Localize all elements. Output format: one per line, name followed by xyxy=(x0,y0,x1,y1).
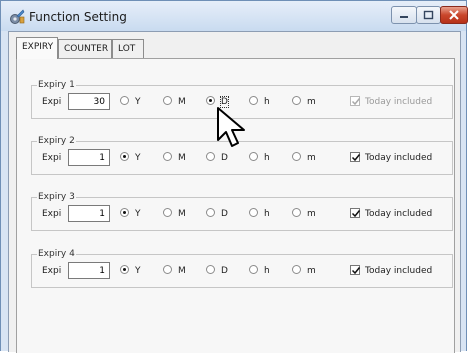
radio-dot xyxy=(292,208,301,217)
field-label: Expi xyxy=(42,153,62,163)
checkbox-box xyxy=(350,96,361,106)
check-icon xyxy=(351,98,361,106)
radio-label: h xyxy=(264,97,270,107)
group-label: Expiry 1 xyxy=(37,80,76,90)
radio-dot xyxy=(206,96,215,105)
radio-label: m xyxy=(307,153,316,163)
radio-label: Y xyxy=(135,266,141,276)
radio-dot xyxy=(292,265,301,274)
radio-label: M xyxy=(178,97,186,107)
group-label: Expiry 2 xyxy=(37,136,76,146)
check-icon xyxy=(351,210,361,218)
checkbox-box xyxy=(350,152,361,162)
title-bar[interactable]: Function Setting xyxy=(1,1,468,31)
maximize-button[interactable] xyxy=(416,6,441,24)
close-button[interactable] xyxy=(440,6,468,24)
radio-label: M xyxy=(178,209,186,219)
minimize-icon xyxy=(400,16,408,18)
expiry-value-input[interactable]: 1 xyxy=(68,262,110,279)
field-label: Expi xyxy=(42,209,62,219)
minimize-button[interactable] xyxy=(391,6,417,24)
settings-app-icon xyxy=(10,9,25,24)
function-setting-window: Function Setting EXPIRY COUNTER LOT Expi… xyxy=(0,0,468,353)
radio-label: Y xyxy=(135,153,141,163)
radio-dot xyxy=(206,152,215,161)
tab-counter[interactable]: COUNTER xyxy=(58,39,112,58)
tab-expiry[interactable]: EXPIRY xyxy=(16,37,58,59)
field-label: Expi xyxy=(42,97,62,107)
check-icon xyxy=(351,267,361,275)
radio-dot xyxy=(249,96,258,105)
radio-dot xyxy=(163,96,172,105)
expiry-group-4: Expiry 4 Expi 1 Y M D h m Today included xyxy=(31,249,453,288)
radio-label: D xyxy=(221,209,228,219)
field-label: Expi xyxy=(42,266,62,276)
radio-label: D xyxy=(221,266,228,276)
radio-dot xyxy=(120,208,129,217)
radio-label: M xyxy=(178,266,186,276)
check-icon xyxy=(351,154,361,162)
radio-label: Y xyxy=(135,209,141,219)
mouse-pointer-icon xyxy=(217,107,245,147)
checkbox-label: Today included xyxy=(365,153,433,163)
radio-dot xyxy=(292,152,301,161)
maximize-icon xyxy=(423,10,434,20)
close-icon xyxy=(449,10,459,20)
radio-dot xyxy=(163,265,172,274)
radio-dot xyxy=(206,208,215,217)
checkbox-label: Today included xyxy=(365,97,433,107)
group-label: Expiry 4 xyxy=(37,249,76,259)
expiry-panel: Expiry 1 Expi 30 Y M D h m Today include… xyxy=(16,58,455,353)
radio-dot xyxy=(163,152,172,161)
radio-dot xyxy=(206,265,215,274)
checkbox-label: Today included xyxy=(365,209,433,219)
radio-dot xyxy=(249,265,258,274)
radio-label: m xyxy=(307,209,316,219)
radio-dot xyxy=(163,208,172,217)
radio-dot xyxy=(120,152,129,161)
window-title: Function Setting xyxy=(29,10,127,24)
radio-dot xyxy=(249,208,258,217)
group-label: Expiry 3 xyxy=(37,192,76,202)
expiry-value-input[interactable]: 1 xyxy=(68,205,110,222)
radio-label: D xyxy=(221,153,228,163)
checkbox-label: Today included xyxy=(365,266,433,276)
radio-label: h xyxy=(264,153,270,163)
radio-label: h xyxy=(264,209,270,219)
checkbox-box xyxy=(350,208,361,218)
radio-label: m xyxy=(307,266,316,276)
radio-label: h xyxy=(264,266,270,276)
expiry-group-3: Expiry 3 Expi 1 Y M D h m Today included xyxy=(31,192,453,231)
radio-label: m xyxy=(307,97,316,107)
radio-dot xyxy=(120,265,129,274)
checkbox-box xyxy=(350,265,361,275)
radio-label: Y xyxy=(135,97,141,107)
client-area: EXPIRY COUNTER LOT Expiry 1 Expi 30 Y M … xyxy=(8,31,461,353)
expiry-value-input[interactable]: 30 xyxy=(68,93,110,110)
tab-lot[interactable]: LOT xyxy=(112,39,144,58)
radio-dot xyxy=(120,96,129,105)
radio-label: M xyxy=(178,153,186,163)
expiry-value-input[interactable]: 1 xyxy=(68,149,110,166)
radio-dot xyxy=(292,96,301,105)
radio-dot xyxy=(249,152,258,161)
